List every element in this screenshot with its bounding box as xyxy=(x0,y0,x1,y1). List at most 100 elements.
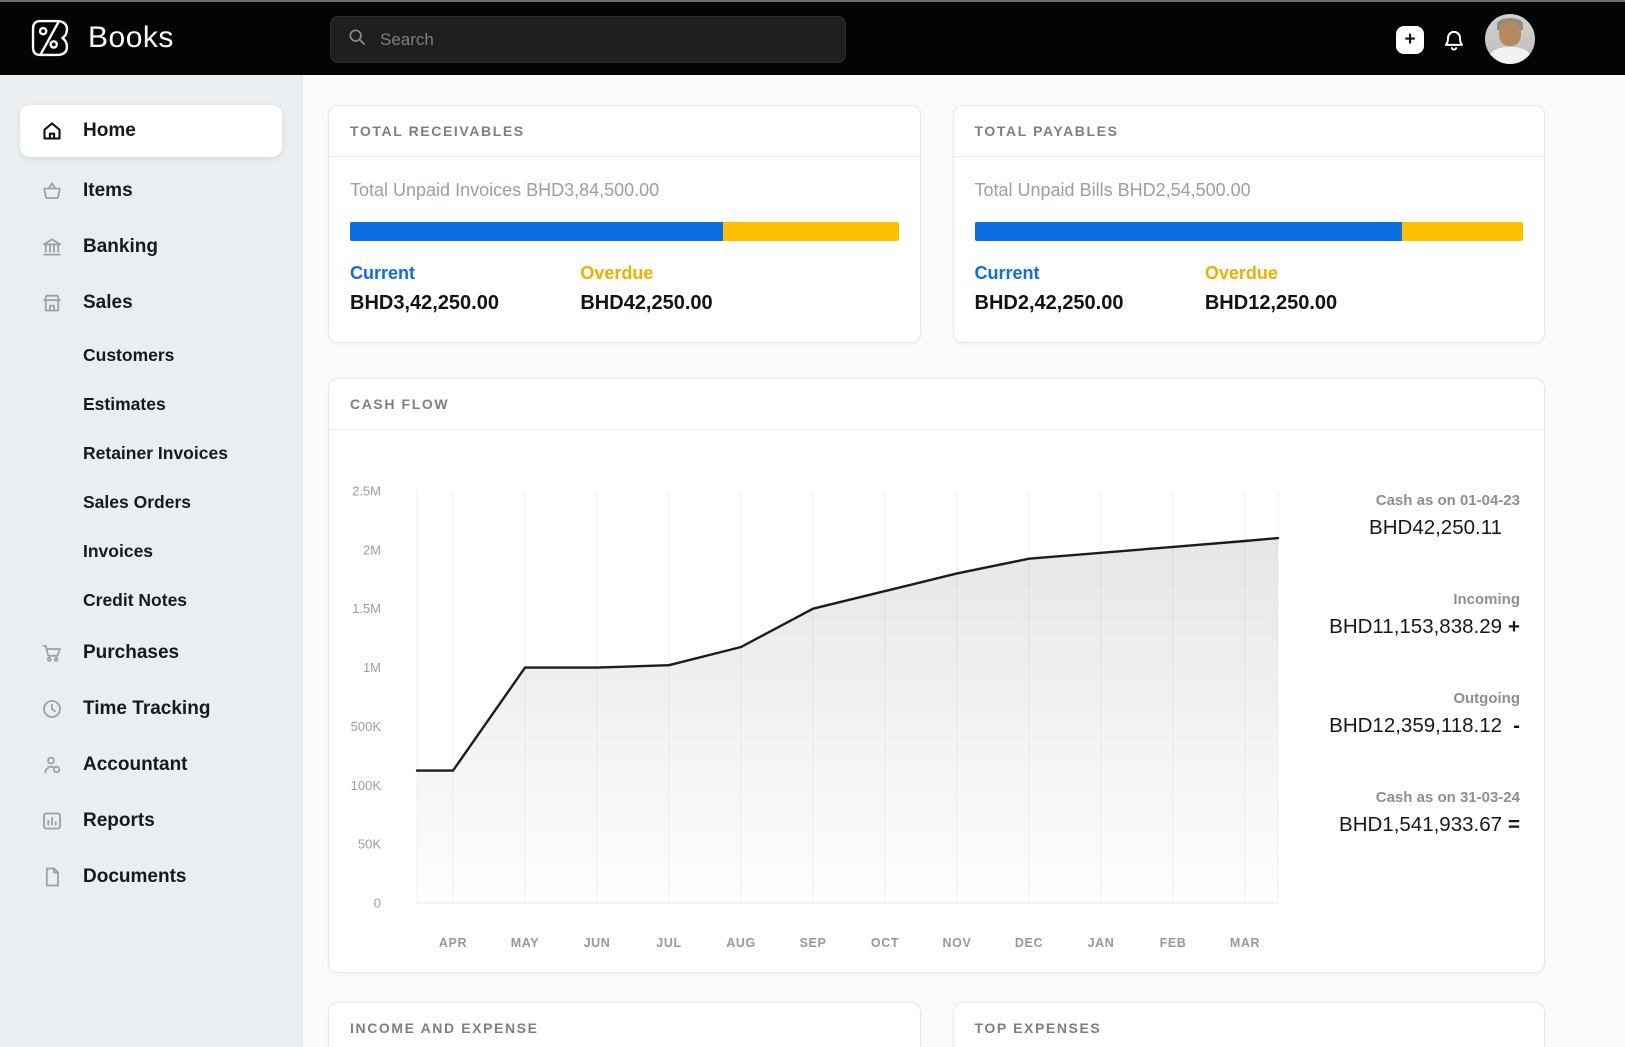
avatar-shirt xyxy=(1490,47,1530,64)
svg-text:1M: 1M xyxy=(363,660,381,675)
cashflow-stat-cash-as-on-01-04-23: Cash as on 01-04-23 BHD42,250.11 xyxy=(1369,492,1520,540)
sidebar-item-label: Home xyxy=(83,120,136,141)
accountant-icon xyxy=(40,753,64,777)
bank-icon xyxy=(40,235,64,259)
sidebar-subitem-estimates[interactable]: Estimates xyxy=(0,380,302,429)
current-amount: BHD3,42,250.00 xyxy=(350,292,499,314)
search-input[interactable] xyxy=(380,29,830,50)
cart-icon xyxy=(40,641,64,665)
income-expense-card: INCOME AND EXPENSE xyxy=(328,1002,921,1047)
home-icon xyxy=(40,119,64,143)
income-expense-card-title: INCOME AND EXPENSE xyxy=(350,1020,539,1036)
svg-text:2.5M: 2.5M xyxy=(352,484,381,499)
stat-operator: + xyxy=(1508,615,1520,638)
app-name: Books xyxy=(88,21,174,54)
sidebar-item-label: Items xyxy=(83,180,133,201)
total-payables-card: TOTAL PAYABLES Total Unpaid Bills BHD2,5… xyxy=(952,105,1545,343)
payables-card-title: TOTAL PAYABLES xyxy=(974,123,1119,139)
clock-icon xyxy=(40,697,64,721)
cash-flow-card: CASH FLOW 0 50K 100K 500K 1M 1.5M 2M 2.5M APR MA… xyxy=(328,378,1545,973)
cashflow-stat-incoming: Incoming BHD11,153,838.29 + xyxy=(1329,591,1520,639)
sidebar-item-label: Sales xyxy=(83,292,133,313)
top-expenses-card-title: TOP EXPENSES xyxy=(974,1020,1102,1036)
stat-operator: = xyxy=(1508,813,1520,836)
card-header: TOTAL RECEIVABLES xyxy=(329,106,920,157)
sidebar-item-label: Documents xyxy=(83,866,187,887)
sidebar-item-accountant[interactable]: Accountant xyxy=(0,737,302,793)
receivables-subtitle: Total Unpaid Invoices BHD3,84,500.00 xyxy=(350,180,660,200)
current-label: Current xyxy=(350,263,416,283)
stat-value: BHD42,250.11 xyxy=(1369,516,1502,539)
payables-current-segment xyxy=(974,222,1403,241)
svg-text:50K: 50K xyxy=(358,837,381,852)
sidebar-item-reports[interactable]: Reports xyxy=(0,793,302,849)
stat-value: BHD11,153,838.29 xyxy=(1329,615,1502,638)
search-bar[interactable] xyxy=(330,16,846,63)
main-content: TOTAL RECEIVABLES Total Unpaid Invoices … xyxy=(303,75,1625,1047)
total-receivables-card: TOTAL RECEIVABLES Total Unpaid Invoices … xyxy=(328,105,921,343)
search-icon xyxy=(346,26,368,53)
top-expenses-card: TOP EXPENSES xyxy=(952,1002,1545,1047)
svg-text:DEC: DEC xyxy=(1015,936,1043,950)
svg-text:0: 0 xyxy=(374,896,381,911)
svg-text:AUG: AUG xyxy=(726,936,756,950)
card-header: INCOME AND EXPENSE xyxy=(329,1003,920,1047)
payables-progress-bar xyxy=(974,222,1523,241)
quick-add-button[interactable]: + xyxy=(1396,26,1424,54)
receivables-current-segment xyxy=(350,222,723,241)
overdue-label: Overdue xyxy=(1204,263,1278,283)
reports-icon xyxy=(40,809,64,833)
sidebar-item-documents[interactable]: Documents xyxy=(0,849,302,905)
payables-overdue-segment xyxy=(1402,222,1523,241)
receivables-progress-bar xyxy=(350,222,899,241)
svg-text:1.5M: 1.5M xyxy=(352,601,381,616)
sidebar-item-label: Time Tracking xyxy=(83,698,211,719)
svg-text:APR: APR xyxy=(439,936,467,950)
svg-text:500K: 500K xyxy=(351,719,382,734)
stat-value: BHD1,541,933.67 xyxy=(1339,813,1502,836)
receivables-card-title: TOTAL RECEIVABLES xyxy=(350,123,525,139)
stat-value: BHD12,359,118.12 xyxy=(1329,714,1502,737)
svg-text:2M: 2M xyxy=(363,542,381,557)
svg-text:JAN: JAN xyxy=(1088,936,1115,950)
stat-label: Incoming xyxy=(1453,591,1520,608)
sidebar-item-items[interactable]: Items xyxy=(0,163,302,219)
stat-label: Cash as on 31-03-24 xyxy=(1375,789,1520,806)
overdue-amount: BHD42,250.00 xyxy=(580,292,713,314)
svg-text:JUL: JUL xyxy=(656,936,681,950)
current-amount: BHD2,42,250.00 xyxy=(974,292,1124,314)
sidebar-item-home[interactable]: Home xyxy=(20,105,282,157)
top-bar: Books + xyxy=(0,0,1625,75)
svg-text:FEB: FEB xyxy=(1160,936,1187,950)
sidebar-subitem-customers[interactable]: Customers xyxy=(0,331,302,380)
sidebar-item-time-tracking[interactable]: Time Tracking xyxy=(0,681,302,737)
app-logo[interactable]: Books xyxy=(28,16,174,60)
svg-text:MAY: MAY xyxy=(511,936,539,950)
sidebar-item-label: Reports xyxy=(83,810,155,831)
sidebar-item-banking[interactable]: Banking xyxy=(0,219,302,275)
sidebar-subitem-retainer-invoices[interactable]: Retainer Invoices xyxy=(0,429,302,478)
sidebar-item-label: Banking xyxy=(83,236,158,257)
payables-subtitle: Total Unpaid Bills BHD2,54,500.00 xyxy=(974,180,1251,200)
card-header: TOTAL PAYABLES xyxy=(953,106,1544,157)
basket-icon xyxy=(40,179,64,203)
notifications-bell-icon[interactable] xyxy=(1440,24,1468,54)
sidebar-item-label: Purchases xyxy=(83,642,180,663)
user-avatar[interactable] xyxy=(1485,14,1535,64)
sidebar-subitem-credit-notes[interactable]: Credit Notes xyxy=(0,576,302,625)
store-icon xyxy=(40,291,64,315)
sidebar-subitem-sales-orders[interactable]: Sales Orders xyxy=(0,478,302,527)
sidebar-item-purchases[interactable]: Purchases xyxy=(0,625,302,681)
card-header: TOP EXPENSES xyxy=(954,1003,1545,1047)
svg-text:NOV: NOV xyxy=(943,936,972,950)
stat-operator: - xyxy=(1513,714,1520,737)
receivables-overdue-segment xyxy=(722,222,899,241)
cashflow-stat-cash-as-on-31-03-24: Cash as on 31-03-24 BHD1,541,933.67 = xyxy=(1339,789,1520,837)
sidebar-item-sales[interactable]: Sales xyxy=(0,275,302,331)
document-icon xyxy=(40,865,64,889)
svg-text:MAR: MAR xyxy=(1230,936,1260,950)
svg-text:SEP: SEP xyxy=(800,936,827,950)
svg-text:JUN: JUN xyxy=(584,936,611,950)
sidebar-nav: Home Items Banking Sales Customers Estimates R… xyxy=(0,75,303,1047)
sidebar-subitem-invoices[interactable]: Invoices xyxy=(0,527,302,576)
